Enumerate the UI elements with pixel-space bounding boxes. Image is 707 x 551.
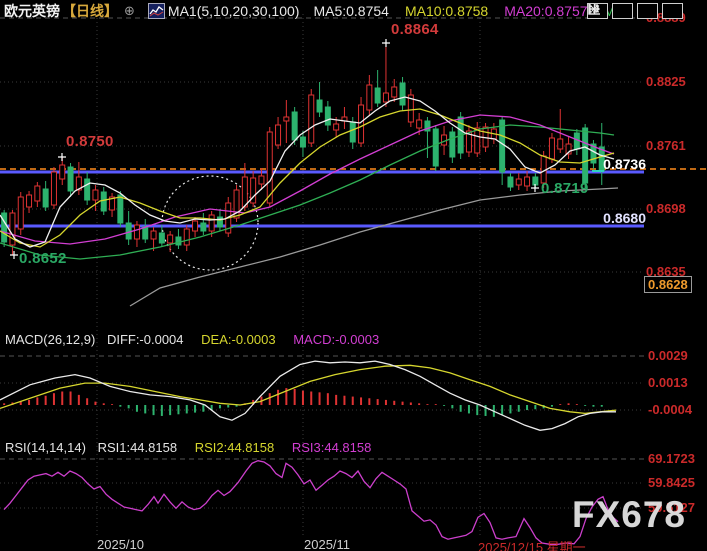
candle-up	[276, 117, 281, 149]
zoom-axis-left-icon[interactable]	[612, 3, 633, 19]
candle-down	[591, 140, 596, 169]
support-line-label: 0.8736	[603, 156, 646, 172]
macd-diff-value: DIFF:-0.0004	[107, 332, 184, 347]
candlestick-chart-canvas[interactable]	[0, 0, 707, 551]
candle-down	[433, 125, 438, 171]
fx678-watermark: FX678	[572, 494, 686, 536]
ma10-value: MA10:0.8758	[405, 3, 488, 19]
price-extreme-label: 0.8652	[19, 250, 67, 267]
candle-up	[383, 43, 388, 107]
candle-up	[284, 100, 289, 143]
macd-dea-value: DEA:-0.0003	[201, 332, 275, 347]
candle-up	[60, 157, 65, 185]
ma100-line	[130, 188, 618, 306]
last-price-axis-box: 0.8628	[644, 276, 692, 293]
price-axis-label: 0.8761	[646, 138, 686, 153]
candle-up	[184, 225, 189, 251]
candle-up	[35, 182, 40, 207]
macd-caption-row: MACD(26,12,9) DIFF:-0.0004 DEA:-0.0003 M…	[5, 332, 379, 347]
candle-up	[516, 173, 521, 190]
candle-down	[2, 210, 7, 247]
macd-axis-label: 0.0013	[648, 375, 688, 390]
candle-down	[325, 101, 330, 131]
price-extreme-label: 0.8864	[391, 21, 439, 38]
candle-down	[126, 211, 131, 245]
candle-down	[317, 82, 322, 117]
time-axis-label: 2025/10	[97, 537, 144, 551]
candle-up	[342, 107, 347, 129]
rsi-line	[4, 461, 618, 545]
extreme-cross-marker	[10, 251, 18, 259]
period-label[interactable]: 【日线】	[62, 1, 118, 21]
candle-up	[18, 192, 23, 235]
chart-toolbar	[587, 3, 683, 19]
candle-down	[425, 117, 430, 158]
candle-down	[201, 213, 206, 235]
candle-down	[85, 172, 90, 205]
candle-up	[408, 89, 413, 127]
candle-down	[68, 163, 73, 197]
extreme-cross-marker	[382, 39, 390, 47]
candle-down	[375, 70, 380, 107]
candle-up	[525, 171, 530, 191]
ma20-value: MA20:0.8757	[504, 3, 587, 19]
candle-down	[159, 225, 164, 247]
candle-up	[27, 191, 32, 213]
rsi1-value: RSI1:44.8158	[98, 440, 178, 455]
candle-up	[566, 137, 571, 159]
macd-diff-line	[0, 361, 616, 430]
extreme-cross-marker	[58, 153, 66, 161]
time-axis-label: 2025/11	[304, 537, 350, 551]
candle-up	[93, 185, 98, 211]
candle-up	[251, 171, 256, 207]
macd-axis-label: -0.0004	[648, 402, 692, 417]
candle-up	[134, 221, 139, 247]
macd-name: MACD(26,12,9)	[5, 332, 95, 347]
rsi-axis-label: 59.8425	[648, 475, 695, 490]
price-extreme-label: 0.8750	[66, 133, 114, 150]
candle-up	[466, 125, 471, 157]
zoom-axis-right-icon[interactable]	[637, 3, 658, 19]
support-line-label: 0.8680	[603, 210, 646, 226]
candle-up	[309, 89, 314, 147]
candle-down	[43, 181, 48, 211]
chart-type-icon[interactable]	[148, 3, 165, 19]
go-to-latest-icon[interactable]	[662, 3, 683, 19]
candle-down	[143, 219, 148, 243]
rsi2-value: RSI2:44.8158	[195, 440, 275, 455]
trading-chart-window: 欧元英镑 【日线】 ⊕ MA1(5,10,20,30,100) MA5:0.87…	[0, 0, 707, 551]
ma-settings-label: MA1(5,10,20,30,100)	[168, 3, 300, 19]
candle-up	[367, 75, 372, 115]
candle-up	[558, 109, 563, 153]
candle-down	[450, 127, 455, 163]
expand-icon[interactable]: ⊕	[124, 3, 135, 19]
candle-down	[176, 229, 181, 249]
price-axis-label: 0.8698	[646, 201, 686, 216]
candle-down	[118, 191, 123, 227]
macd-macd-value: MACD:-0.0003	[293, 332, 379, 347]
candle-down	[574, 129, 579, 155]
macd-axis-label: 0.0029	[648, 348, 688, 363]
ma5-value: MA5:0.8754	[313, 3, 389, 19]
macd-dea-line	[0, 365, 616, 413]
rsi-name: RSI(14,14,14)	[5, 440, 86, 455]
rsi-axis-label: 69.1723	[648, 451, 695, 466]
candle-up	[168, 231, 173, 252]
candle-down	[599, 123, 604, 185]
candle-down	[508, 173, 513, 191]
rsi3-value: RSI3:44.8158	[292, 440, 372, 455]
candle-up	[110, 193, 115, 217]
rsi-caption-row: RSI(14,14,14) RSI1:44.8158 RSI2:44.8158 …	[5, 440, 371, 455]
time-axis-label: 2025/12/15 星期一	[478, 537, 586, 551]
price-axis-label: 0.8825	[646, 74, 686, 89]
candle-up	[475, 122, 480, 157]
candle-up	[51, 167, 56, 209]
symbol-name: 欧元英镑	[4, 1, 60, 21]
price-extreme-label: 0.8719	[541, 180, 589, 197]
